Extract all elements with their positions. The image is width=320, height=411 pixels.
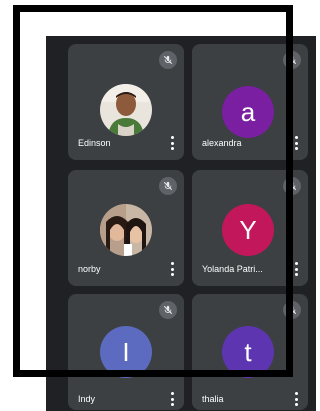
avatar-photo <box>100 84 152 136</box>
participant-tile-edinson[interactable]: Edinson <box>68 44 184 160</box>
avatar-letter: I <box>100 326 152 378</box>
more-vert-icon[interactable] <box>170 392 174 406</box>
participant-name: Edinson <box>78 138 111 148</box>
mic-off-icon <box>283 177 301 195</box>
participant-tile-norby[interactable]: norby <box>68 170 184 286</box>
participant-name: Yolanda Patri... <box>202 264 263 274</box>
participant-tile-alexandra[interactable]: a alexandra <box>192 44 308 160</box>
more-vert-icon[interactable] <box>294 392 298 406</box>
participant-tile-indy[interactable]: I Indy <box>68 294 184 410</box>
avatar-photo <box>100 204 152 256</box>
more-vert-icon[interactable] <box>294 262 298 276</box>
mic-off-icon <box>283 51 301 69</box>
more-vert-icon[interactable] <box>170 136 174 150</box>
meeting-grid: Edinson a alexandra norby Y Yolanda Patr… <box>46 36 316 411</box>
screenshot-stage: Edinson a alexandra norby Y Yolanda Patr… <box>0 0 316 411</box>
participant-name: alexandra <box>202 138 242 148</box>
avatar-letter: t <box>222 326 274 378</box>
avatar-letter: a <box>222 86 274 138</box>
more-vert-icon[interactable] <box>294 136 298 150</box>
avatar-letter: Y <box>222 204 274 256</box>
mic-off-icon <box>283 301 301 319</box>
mic-off-icon <box>159 51 177 69</box>
participant-tile-yolanda[interactable]: Y Yolanda Patri... <box>192 170 308 286</box>
mic-off-icon <box>159 301 177 319</box>
participant-name: thalia <box>202 394 224 404</box>
participant-name: Indy <box>78 394 96 404</box>
mic-off-icon <box>159 177 177 195</box>
more-vert-icon[interactable] <box>170 262 174 276</box>
participant-tile-thalia[interactable]: t thalia <box>192 294 308 410</box>
participant-name: norby <box>78 264 101 274</box>
